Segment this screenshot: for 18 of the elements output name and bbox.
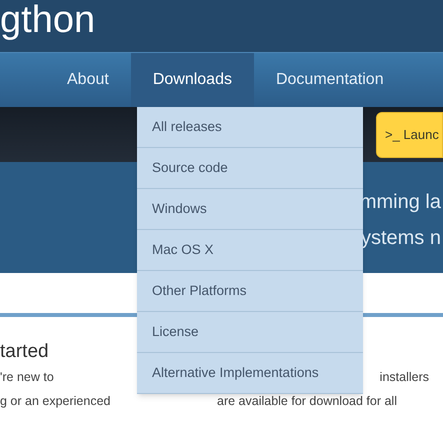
menu-item[interactable]: Alternative Implementations: [137, 353, 363, 394]
nav-tab[interactable]: Downloads: [130, 53, 254, 107]
body-text: 're new to: [0, 369, 54, 386]
menu-item[interactable]: Source code: [137, 148, 363, 189]
hero-text: ystems n: [360, 226, 442, 250]
body-text: g or an experienced: [0, 393, 110, 410]
nav-tab[interactable]: About: [45, 53, 131, 107]
menu-item[interactable]: Other Platforms: [137, 271, 363, 312]
site-logo[interactable]: gthon: [0, 0, 96, 40]
menu-item[interactable]: Windows: [137, 189, 363, 230]
nav-tab[interactable]: Documentation: [254, 53, 406, 107]
menu-item[interactable]: All releases: [137, 107, 363, 148]
body-text: installers: [380, 369, 429, 386]
section-heading: tarted: [0, 340, 49, 364]
body-text: are available for download for all: [217, 393, 397, 410]
menu-item[interactable]: License: [137, 312, 363, 353]
menu-item[interactable]: Mac OS X: [137, 230, 363, 271]
launch-button[interactable]: >_ Launc: [376, 112, 443, 158]
